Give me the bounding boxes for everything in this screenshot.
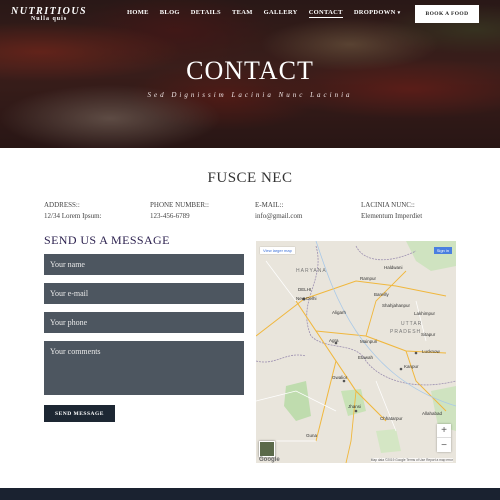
info-lacinia-value: Elementum Imperdiet <box>361 212 423 220</box>
info-lacinia: LACINIA NUNC:: Elementum Imperdiet <box>361 200 422 222</box>
info-address: ADDRESS:: 12/34 Lorem Ipsum: <box>44 200 102 222</box>
info-email: E-MAIL:: info@gmail.com <box>255 200 302 222</box>
nav-contact[interactable]: CONTACT <box>308 9 343 18</box>
nav-dropdown[interactable]: DROPDOWN ▾ <box>354 9 401 18</box>
map-label-allahabad: Allahabad <box>422 411 443 416</box>
map-label-delhi: DELHI <box>298 287 312 292</box>
info-phone: PHONE NUMBER:: 123-456-6789 <box>150 200 209 222</box>
map-zoom-control: + − <box>437 424 451 452</box>
satellite-toggle[interactable] <box>259 441 275 457</box>
map-label-kanpur: Kanpur <box>404 364 419 369</box>
zoom-out-button[interactable]: − <box>437 438 451 452</box>
phone-field[interactable]: Your phone <box>44 312 244 333</box>
nav-gallery[interactable]: GALLERY <box>264 9 298 18</box>
footer-bar <box>0 488 500 500</box>
form-title: SEND US A MESSAGE <box>44 233 170 247</box>
nav-home[interactable]: HOME <box>127 9 149 18</box>
map-label-pradesh: PRADESH <box>390 329 422 335</box>
map-label-shahjahanpur: Shahjahanpur <box>382 303 411 308</box>
map-label-haryana: HARYANA <box>296 268 327 274</box>
page-subtitle: Sed Dignissim Lacinia Nunc Lacinia <box>147 91 353 99</box>
info-address-key: ADDRESS:: <box>44 201 80 209</box>
chevron-down-icon: ▾ <box>397 11 401 16</box>
map-label-bareilly: Bareilly <box>374 292 389 297</box>
map-embed[interactable]: View larger map Sign in HARYANA DELHI Ne… <box>256 241 456 463</box>
map-label-rampur: Rampur <box>360 276 377 281</box>
map-label-sitapur: Sitapur <box>421 332 436 337</box>
main-nav: HOME BLOG DETAILS TEAM GALLERY CONTACT D… <box>127 9 411 18</box>
page-title: CONTACT <box>186 56 314 85</box>
map-attribution[interactable]: Map data ©2019 Google Terms of Use Repor… <box>370 458 453 462</box>
map-label-etawah: Etawah <box>358 355 374 360</box>
map-label-gwalior: Gwalior <box>332 375 348 380</box>
nav-dropdown-label: DROPDOWN <box>353 9 396 16</box>
nav-team[interactable]: TEAM <box>232 9 253 18</box>
section-title: FUSCE NEC <box>207 170 293 186</box>
name-field[interactable]: Your name <box>44 254 244 275</box>
nav-blog[interactable]: BLOG <box>160 9 180 18</box>
map-label-guna: Guna <box>306 433 318 438</box>
zoom-in-button[interactable]: + <box>437 424 451 438</box>
info-phone-value: 123-456-6789 <box>150 212 190 220</box>
map-label-uttar: UTTAR <box>401 321 423 327</box>
comments-field[interactable]: Your comments <box>44 341 244 395</box>
view-larger-map-link[interactable]: View larger map <box>260 246 295 254</box>
google-logo: Google <box>259 457 280 463</box>
info-address-value: 12/34 Lorem Ipsum: <box>44 212 102 220</box>
info-phone-key: PHONE NUMBER:: <box>150 201 209 209</box>
book-food-button[interactable]: BOOK A FOOD <box>415 5 479 23</box>
map-label-new-delhi: New Delhi <box>296 296 317 301</box>
info-email-value[interactable]: info@gmail.com <box>255 211 302 222</box>
map-sign-in-button[interactable]: Sign in <box>433 246 452 254</box>
map-label-lakhimpur: Lakhimpur <box>414 311 436 316</box>
info-email-key: E-MAIL:: <box>255 201 284 209</box>
send-message-button[interactable]: SEND MESSAGE <box>44 405 115 422</box>
nav-details[interactable]: DETAILS <box>191 9 221 18</box>
map-label-jhansi: Jhansi <box>348 404 362 409</box>
info-lacinia-key: LACINIA NUNC:: <box>361 201 415 209</box>
map-label-chhatarpur: Chhatarpur <box>380 416 403 421</box>
map-footer: Google Map data ©2019 Google Terms of Us… <box>256 457 456 463</box>
map-label-haldwani: Haldwani <box>384 265 403 270</box>
map-label-agra: Agra <box>329 338 339 343</box>
map-label-lucknow: Lucknow <box>422 349 440 354</box>
logo[interactable]: NUTRITIOUS Nulla quis <box>11 6 87 22</box>
map-topbar: View larger map Sign in <box>260 245 452 255</box>
map-label-aligarh: Aligarh <box>332 310 347 315</box>
email-field[interactable]: Your e-mail <box>44 283 244 304</box>
map-label-mainpuri: Mainpuri <box>360 339 378 344</box>
